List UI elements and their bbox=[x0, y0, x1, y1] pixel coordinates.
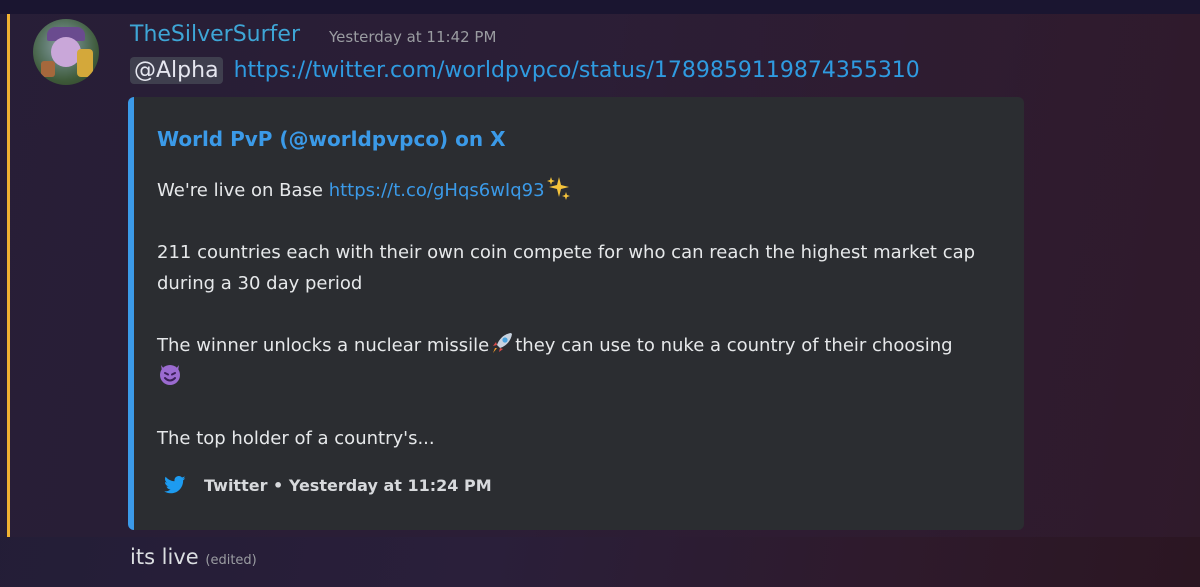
top-bar bbox=[0, 0, 1200, 14]
sparkles-emoji bbox=[546, 177, 570, 200]
twitter-bird-icon bbox=[164, 476, 186, 494]
mention-highlight-bar bbox=[7, 14, 10, 537]
embed-paragraph: The top holder of a country's... bbox=[157, 428, 435, 449]
follow-up-message: its live (edited) bbox=[130, 545, 257, 569]
user-mention[interactable]: @Alpha bbox=[130, 57, 223, 84]
message-text: its live bbox=[130, 545, 199, 569]
edited-label: (edited) bbox=[205, 553, 257, 568]
message-content: @Alpha https://twitter.com/worldpvpco/st… bbox=[130, 57, 920, 84]
embed-paragraph: 211 countries each with their own coin c… bbox=[157, 242, 976, 294]
rocket-emoji bbox=[493, 333, 513, 353]
tweet-link[interactable]: https://twitter.com/worldpvpco/status/17… bbox=[234, 58, 920, 83]
embed-text: they can use to nuke a country of their … bbox=[515, 335, 953, 356]
embed-footer-text: Twitter • Yesterday at 11:24 PM bbox=[204, 475, 492, 495]
link-embed: World PvP (@worldpvpco) on X We're live … bbox=[128, 97, 1024, 530]
embed-text: We're live on Base bbox=[157, 180, 329, 201]
embed-title[interactable]: World PvP (@worldpvpco) on X bbox=[157, 127, 506, 151]
username[interactable]: TheSilverSurfer bbox=[130, 22, 300, 47]
smiling-devil-emoji bbox=[160, 365, 180, 385]
embed-short-link[interactable]: https://t.co/gHqs6wIq93 bbox=[329, 180, 545, 201]
embed-description: We're live on Base https://t.co/gHqs6wIq… bbox=[157, 175, 977, 485]
embed-paragraph: We're live on Base https://t.co/gHqs6wIq… bbox=[157, 175, 977, 206]
embed-footer: Twitter • Yesterday at 11:24 PM bbox=[164, 473, 492, 497]
avatar[interactable] bbox=[33, 19, 99, 85]
message-timestamp: Yesterday at 11:42 PM bbox=[329, 28, 497, 46]
embed-paragraph: The winner unlocks a nuclear missile they… bbox=[157, 330, 977, 392]
embed-text: The winner unlocks a nuclear missile bbox=[157, 335, 490, 356]
